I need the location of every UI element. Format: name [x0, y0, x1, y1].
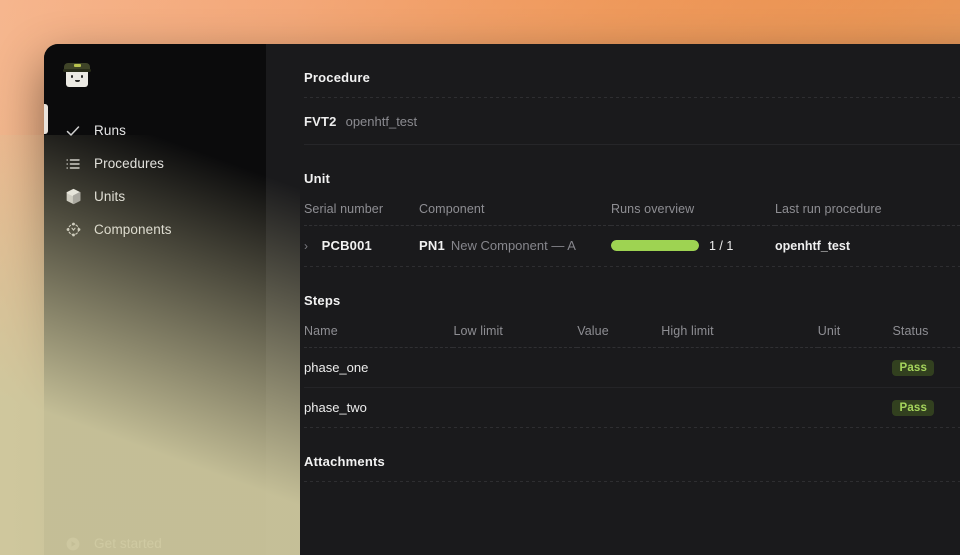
attachments-divider [304, 481, 960, 482]
table-row[interactable]: › PCB001 PN1 New Component — A 1 / 1 ope… [304, 226, 960, 266]
runs-progress-fill [611, 240, 699, 252]
step-low-limit [453, 347, 578, 388]
main-content: Procedure FVT2 openhtf_test Unit Serial [266, 44, 960, 555]
app-window: Runs Procedures Units Components Get sta… [44, 44, 960, 555]
column-header-component: Component [419, 186, 611, 226]
steps-table-wrapper: Name Low limit Value High limit Unit Sta… [266, 307, 960, 428]
unit-runs-overview-cell: 1 / 1 [611, 226, 775, 266]
sidebar: Runs Procedures Units Components Get sta… [44, 44, 266, 555]
step-status-cell: Pass [892, 347, 960, 388]
secondary-navigation: Get started Invite people [44, 527, 266, 555]
sidebar-item-runs[interactable]: Runs [44, 114, 266, 147]
step-high-limit [661, 387, 817, 427]
unit-last-run-procedure: openhtf_test [775, 239, 850, 254]
steps-table-header-row: Name Low limit Value High limit Unit Sta… [304, 307, 960, 348]
sidebar-item-get-started[interactable]: Get started [44, 527, 266, 555]
unit-component-description: New Component — A [450, 238, 576, 254]
attachments-section-title: Attachments [304, 454, 385, 469]
unit-section-title: Unit [304, 171, 331, 186]
column-header-high-limit: High limit [661, 307, 818, 348]
chevron-right-icon[interactable]: › [304, 239, 318, 253]
column-header-low-limit: Low limit [453, 307, 578, 348]
sidebar-item-label: Components [94, 222, 172, 237]
status-badge: Pass [892, 359, 935, 376]
step-value [577, 347, 662, 388]
sidebar-item-label: Units [94, 189, 126, 204]
unit-table-header-row: Serial number Component Runs overview La… [304, 186, 960, 226]
column-header-value: Value [577, 307, 662, 348]
active-nav-indicator [44, 104, 48, 134]
sidebar-item-label: Procedures [94, 156, 165, 171]
procedure-row[interactable]: FVT2 openhtf_test [266, 98, 960, 144]
unit-table: Serial number Component Runs overview La… [304, 186, 960, 266]
sidebar-item-procedures[interactable]: Procedures [44, 147, 266, 180]
procedure-section-title: Procedure [304, 70, 371, 85]
column-header-serial-number: Serial number [304, 186, 419, 226]
list-icon [64, 155, 82, 173]
column-header-last-run-procedure: Last run procedure [775, 186, 960, 226]
unit-last-run-procedure-cell: openhtf_test [775, 226, 960, 266]
check-icon [64, 122, 82, 140]
procedure-name: openhtf_test [345, 113, 418, 129]
unit-serial-number-cell: › PCB001 [304, 226, 419, 266]
table-row[interactable]: phase_two Pass [304, 387, 960, 427]
step-status-cell: Pass [892, 387, 960, 427]
primary-navigation: Runs Procedures Units Components [44, 98, 266, 246]
unit-component-pn: PN1 [419, 238, 445, 254]
step-name: phase_two [304, 399, 367, 415]
column-header-status: Status [892, 307, 960, 348]
play-circle-icon [64, 535, 82, 553]
table-row[interactable]: phase_one Pass [304, 347, 960, 388]
step-value [577, 387, 661, 427]
step-low-limit [453, 387, 577, 427]
step-unit [818, 387, 893, 427]
step-high-limit [661, 347, 818, 388]
step-name: phase_one [304, 347, 454, 388]
step-unit [817, 347, 893, 388]
procedure-code: FVT2 [304, 113, 337, 129]
sidebar-item-units[interactable]: Units [44, 180, 266, 213]
sidebar-item-label: Get started [94, 536, 162, 551]
components-icon [64, 221, 82, 239]
sidebar-item-components[interactable]: Components [44, 213, 266, 246]
steps-section-title: Steps [304, 292, 341, 308]
runs-count: 1 / 1 [709, 238, 734, 253]
brand-logo[interactable] [44, 44, 266, 98]
column-header-name: Name [304, 307, 454, 348]
unit-serial-number: PCB001 [321, 238, 372, 254]
desktop-background: Runs Procedures Units Components Get sta… [0, 0, 960, 555]
cube-icon [64, 188, 82, 206]
sidebar-item-label: Runs [94, 123, 126, 138]
column-header-runs-overview: Runs overview [611, 186, 775, 226]
column-header-unit: Unit [817, 307, 893, 348]
unit-component-cell: PN1 New Component — A [419, 226, 611, 266]
runs-progress-bar [611, 240, 699, 252]
status-badge: Pass [892, 399, 935, 416]
steps-table: Name Low limit Value High limit Unit Sta… [304, 307, 960, 428]
tofu-robot-logo-icon [63, 62, 91, 88]
unit-table-wrapper: Serial number Component Runs overview La… [266, 186, 960, 266]
